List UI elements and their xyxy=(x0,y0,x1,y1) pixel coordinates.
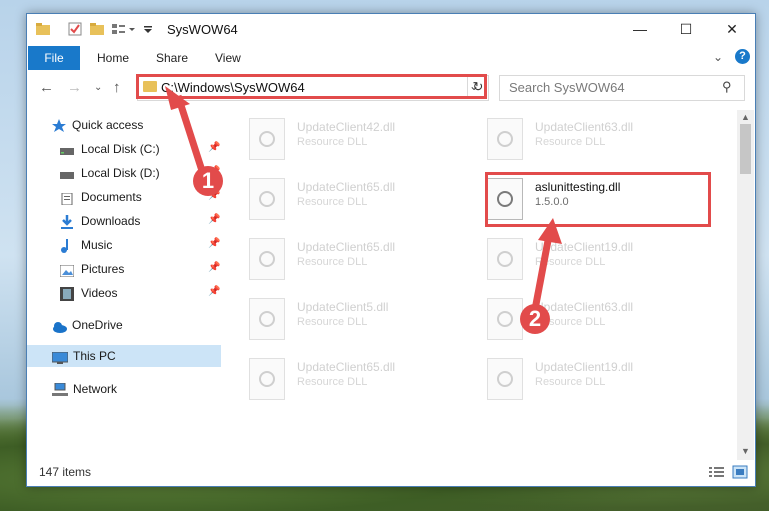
arrowhead-2 xyxy=(538,218,562,244)
step-badge-1: 1 xyxy=(193,166,223,196)
arrowhead-1 xyxy=(165,86,190,110)
arrow-2 xyxy=(530,229,554,316)
annotation-arrows xyxy=(165,86,562,316)
step-badge-2: 2 xyxy=(520,304,550,334)
